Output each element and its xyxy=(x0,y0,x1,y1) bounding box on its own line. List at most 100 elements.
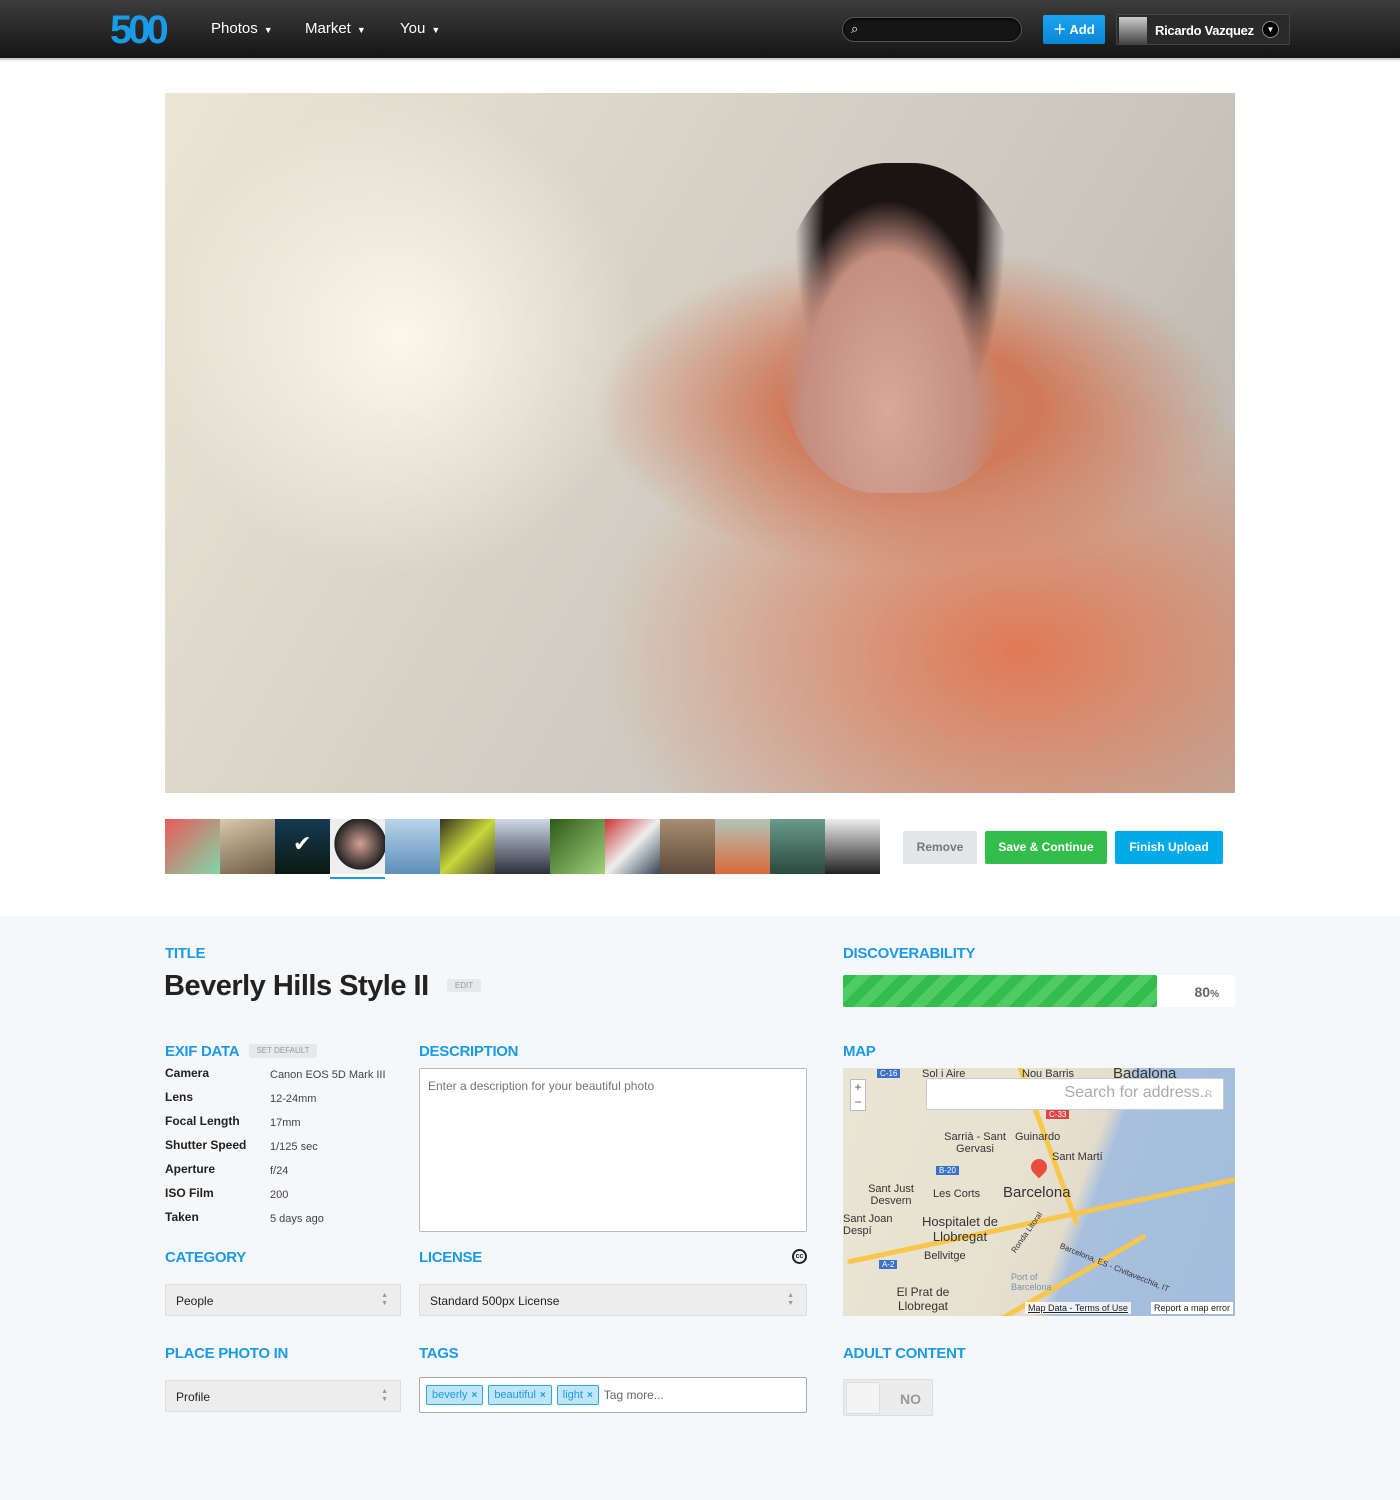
exif-table: Camera Canon EOS 5D Mark III Lens 12-24mm Fo… xyxy=(165,1066,386,1234)
description-input[interactable] xyxy=(419,1068,807,1232)
user-name: Ricardo Vazquez xyxy=(1155,23,1254,38)
road-badge: C-16 xyxy=(877,1069,901,1078)
add-button[interactable]: ＋ Add xyxy=(1043,15,1105,44)
photo-title[interactable]: Beverly Hills Style II xyxy=(164,970,429,1003)
thumbnail[interactable] xyxy=(660,819,715,874)
exif-row: Camera Canon EOS 5D Mark III xyxy=(165,1066,386,1090)
zoom-in-icon[interactable]: + xyxy=(851,1080,865,1095)
exif-value: 12-24mm xyxy=(270,1093,317,1105)
zoom-out-icon[interactable]: − xyxy=(851,1095,865,1110)
adult-content-toggle[interactable]: NO xyxy=(843,1379,933,1416)
exif-value: Canon EOS 5D Mark III xyxy=(270,1069,386,1081)
road-badge: A-2 xyxy=(879,1260,898,1269)
map-search-input[interactable]: Search for address... ⌕ xyxy=(926,1078,1224,1110)
thumbnail[interactable] xyxy=(825,819,880,874)
thumbnail[interactable] xyxy=(165,819,220,874)
thumbnail[interactable] xyxy=(715,819,770,874)
tag-chip[interactable]: beverly × xyxy=(426,1385,484,1405)
thumbnail[interactable] xyxy=(385,819,440,874)
exif-value: 200 xyxy=(270,1189,289,1201)
close-icon[interactable]: × xyxy=(587,1390,593,1401)
tag-chip[interactable]: light × xyxy=(556,1385,599,1405)
title-label: TITLE xyxy=(165,945,206,962)
search-icon: ⌕ xyxy=(851,21,859,36)
close-icon[interactable]: × xyxy=(471,1390,477,1401)
map-place: Guinardo xyxy=(1015,1131,1061,1143)
tag-chip[interactable]: beautiful × xyxy=(488,1385,552,1405)
thumbnail[interactable] xyxy=(770,819,825,874)
updown-icon: ▲ ▼ xyxy=(381,1388,388,1403)
map-road-label: Ronda Litoral xyxy=(1009,1210,1045,1255)
description-label: DESCRIPTION xyxy=(419,1043,519,1060)
logo[interactable]: 500 xyxy=(110,8,169,53)
top-navbar: 500 Photos ▼ Market ▼ You ▼ ⌕ ＋ Add Ricardo… xyxy=(0,0,1400,60)
thumbnail[interactable] xyxy=(440,819,495,874)
map-search-placeholder: Search for address... xyxy=(1064,1084,1213,1101)
place-photo-select[interactable]: Profile ▲ ▼ xyxy=(165,1380,401,1412)
thumbnail[interactable]: ✔ xyxy=(275,819,330,874)
thumbnail[interactable] xyxy=(605,819,660,874)
chevron-down-icon[interactable]: ▼ xyxy=(1262,21,1279,38)
search-input[interactable]: ⌕ xyxy=(842,17,1022,42)
discoverability-bar: 80% xyxy=(843,975,1235,1007)
category-select[interactable]: People ▲ ▼ xyxy=(165,1284,401,1316)
map-pin-icon[interactable] xyxy=(1027,1155,1051,1179)
nav-you[interactable]: You ▼ xyxy=(400,20,440,37)
tags-input[interactable]: beverly × beautiful × light × Tag more... xyxy=(419,1377,807,1413)
thumbnail[interactable] xyxy=(220,819,275,874)
map-place: Sarrià - Sant Gervasi xyxy=(944,1131,1006,1155)
user-menu[interactable]: Ricardo Vazquez ▼ xyxy=(1116,14,1290,45)
license-select[interactable]: Standard 500px License ▲ ▼ xyxy=(419,1284,807,1316)
exif-row: ISO Film 200 xyxy=(165,1186,386,1210)
nav-market[interactable]: Market ▼ xyxy=(305,20,366,37)
updown-icon: ▲ ▼ xyxy=(787,1292,794,1307)
discoverability-label: DISCOVERABILITY xyxy=(843,945,976,962)
exif-row: Taken 5 days ago xyxy=(165,1210,386,1234)
tag-text: beautiful xyxy=(494,1389,536,1401)
cc-icon[interactable]: cc xyxy=(792,1249,807,1264)
search-icon: ⌕ xyxy=(1204,1084,1213,1101)
tag-text: beverly xyxy=(432,1389,468,1401)
exif-value: 1/125 sec xyxy=(270,1141,318,1153)
toggle-state: NO xyxy=(900,1391,921,1407)
toggle-knob[interactable] xyxy=(846,1382,880,1414)
caret-down-icon: ▼ xyxy=(431,25,441,35)
exif-key: Focal Length xyxy=(165,1114,240,1128)
edit-title-button[interactable]: EDIT xyxy=(447,979,481,992)
tags-label: TAGS xyxy=(419,1345,459,1362)
map-place: Hospitalet de Llobregat xyxy=(922,1214,998,1244)
thumbnail[interactable] xyxy=(495,819,550,874)
exif-row: Shutter Speed 1/125 sec xyxy=(165,1138,386,1162)
tag-more-input[interactable]: Tag more... xyxy=(604,1388,664,1402)
thumbnail[interactable] xyxy=(330,819,385,879)
remove-button[interactable]: Remove xyxy=(903,831,977,864)
exif-value: 17mm xyxy=(270,1117,301,1129)
map-place: Sant Just Desvern xyxy=(868,1183,914,1207)
avatar xyxy=(1119,17,1147,44)
nav-label: Market xyxy=(305,20,351,37)
map-place: Sant Joan Despí xyxy=(843,1213,893,1237)
updown-icon: ▲ ▼ xyxy=(381,1292,388,1307)
checkmark-icon: ✔ xyxy=(293,831,312,856)
save-continue-button[interactable]: Save & Continue xyxy=(985,831,1107,864)
exif-key: Aperture xyxy=(165,1162,216,1176)
thumbnail-strip: ✔ xyxy=(165,819,880,879)
discoverability-value: 80% xyxy=(1194,984,1219,1000)
caret-down-icon: ▼ xyxy=(356,25,366,35)
category-label: CATEGORY xyxy=(165,1249,246,1266)
nav-photos[interactable]: Photos ▼ xyxy=(211,20,273,37)
map-zoom-controls[interactable]: + − xyxy=(850,1079,866,1111)
exif-key: Camera xyxy=(165,1066,210,1080)
finish-upload-button[interactable]: Finish Upload xyxy=(1115,831,1223,864)
map-data-link[interactable]: Map Data - Terms of Use xyxy=(1025,1302,1131,1314)
map[interactable]: Sol i Aire Nou Barris Badalona Sarrià - … xyxy=(843,1068,1235,1316)
report-map-error-link[interactable]: Report a map error xyxy=(1150,1302,1233,1314)
close-icon[interactable]: × xyxy=(540,1390,546,1401)
exif-value: f/24 xyxy=(270,1165,289,1177)
map-label: MAP xyxy=(843,1043,876,1060)
exif-key: Shutter Speed xyxy=(165,1138,247,1152)
set-default-button[interactable]: SET DEFAULT xyxy=(249,1044,317,1058)
add-label: Add xyxy=(1069,22,1095,37)
road-badge: B-20 xyxy=(936,1166,959,1175)
thumbnail[interactable] xyxy=(550,819,605,874)
